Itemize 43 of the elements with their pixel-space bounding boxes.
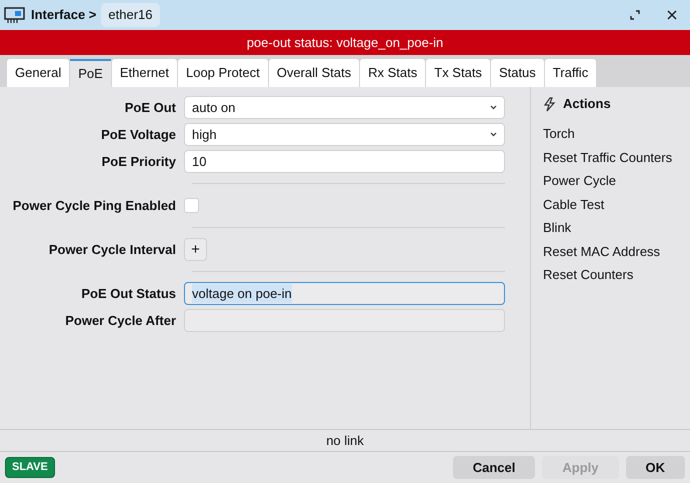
field-label: PoE Out: [124, 98, 177, 117]
action-item[interactable]: Power Cycle: [543, 169, 690, 192]
lightning-icon: [543, 96, 557, 112]
tab[interactable]: General: [7, 59, 70, 87]
dialog-button[interactable]: OK: [626, 456, 685, 479]
tab[interactable]: Status: [490, 59, 544, 87]
chevron-icon: [490, 105, 497, 110]
status-field[interactable]: voltage on poe-in: [184, 282, 505, 305]
tab[interactable]: Ethernet: [112, 59, 177, 87]
action-item[interactable]: Blink: [543, 216, 690, 240]
checkbox[interactable]: [184, 198, 199, 213]
window-title: Interface >: [31, 6, 96, 24]
field-label: Power Cycle After: [64, 312, 177, 330]
role-badge: SLAVE: [5, 457, 55, 478]
dialog-button[interactable]: Cancel: [452, 456, 536, 479]
tab[interactable]: Tx Stats: [426, 59, 490, 87]
chevron-icon: [490, 132, 497, 137]
action-item[interactable]: Reset Counters: [543, 263, 690, 286]
field-label: Power Cycle Interval: [48, 240, 177, 259]
status-text: no link: [326, 432, 364, 450]
action-item[interactable]: Reset MAC Address: [543, 240, 690, 263]
network-card-icon: [4, 6, 26, 24]
field-label: PoE Voltage: [100, 126, 177, 144]
action-item[interactable]: Cable Test: [543, 192, 690, 216]
expand-icon[interactable]: [629, 9, 641, 21]
field-label: Power Cycle Ping Enabled: [12, 196, 177, 215]
dropdown-field[interactable]: high: [184, 123, 505, 146]
dropdown-field[interactable]: auto on: [184, 96, 505, 119]
field-label: PoE Priority: [100, 152, 177, 171]
interface-name: ether16: [101, 3, 160, 27]
action-item[interactable]: Torch: [543, 122, 690, 146]
add-button[interactable]: +: [184, 238, 207, 261]
tab[interactable]: Rx Stats: [360, 59, 426, 87]
tab[interactable]: Loop Protect: [178, 59, 268, 87]
tab[interactable]: Traffic: [544, 59, 596, 87]
actions-title: Actions: [563, 95, 611, 114]
close-icon[interactable]: [666, 9, 678, 21]
tab[interactable]: Overall Stats: [268, 59, 360, 87]
input-field[interactable]: 10: [184, 150, 505, 173]
action-item[interactable]: Reset Traffic Counters: [543, 146, 690, 169]
field-label: PoE Out Status: [80, 284, 177, 303]
tab[interactable]: PoE: [70, 59, 111, 87]
status-banner: poe-out status: voltage_on_poe-in: [0, 30, 690, 55]
